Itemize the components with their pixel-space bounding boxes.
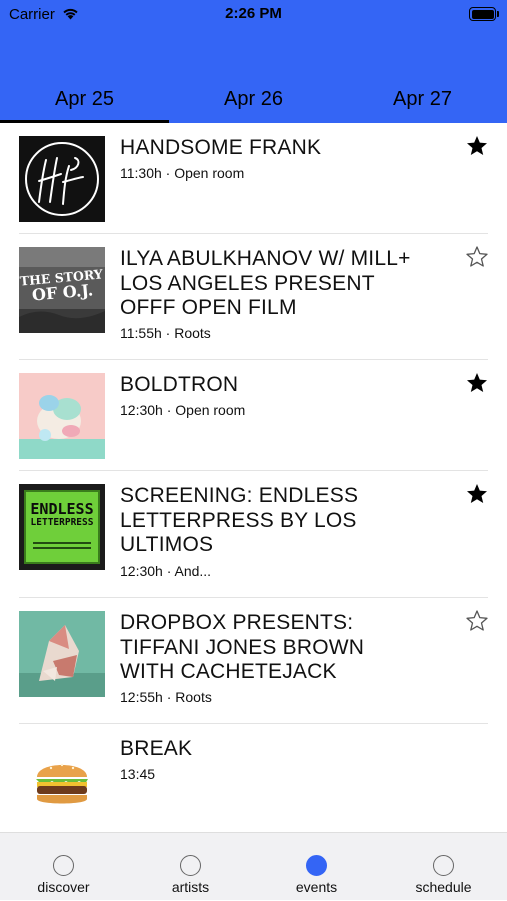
event-row-handsome-frank[interactable]: HANDSOME FRANK 11:30h · Open room: [0, 123, 507, 234]
event-row-break[interactable]: BREAK 13:45: [0, 724, 507, 832]
event-title: DROPBOX PRESENTS: TIFFANI JONES BROWN WI…: [120, 611, 365, 683]
event-title: HANDSOME FRANK: [120, 136, 322, 159]
battery-icon: [469, 7, 500, 21]
bottom-tab-bar: discover artists events schedule: [0, 832, 507, 900]
event-row-boldtron[interactable]: BOLDTRON 12:30h · Open room: [0, 360, 507, 471]
boldtron-image: [19, 373, 105, 459]
tab-apr-26[interactable]: Apr 26: [169, 82, 338, 123]
nav-artists[interactable]: artists: [127, 833, 254, 901]
nav-schedule[interactable]: schedule: [380, 833, 507, 901]
event-row-ilya-abulkhanov[interactable]: THE STORY OF O.J. ILYA ABULKHANOV W/ MIL…: [0, 234, 507, 360]
event-meta: 12:30h · And...: [120, 563, 212, 579]
nav-events[interactable]: events: [253, 833, 380, 901]
event-row-endless-letterpress[interactable]: ENDLESS LETTERPRESS SCREENING: ENDLESS L…: [0, 471, 507, 598]
tab-apr-27[interactable]: Apr 27: [338, 82, 507, 123]
nav-label: artists: [171, 879, 210, 895]
story-of-oj-image: THE STORY OF O.J.: [19, 247, 105, 333]
tab-apr-25[interactable]: Apr 25: [0, 82, 169, 123]
event-meta: 12:55h · Roots: [120, 689, 212, 705]
event-list: HANDSOME FRANK 11:30h · Open room THE ST…: [0, 123, 507, 832]
nav-discover[interactable]: discover: [0, 833, 127, 901]
event-meta: 11:30h · Open room: [120, 165, 245, 181]
thumb-text-line-1: ENDLESS: [30, 500, 94, 518]
event-title: SCREENING: ENDLESS LETTERPRESS BY LOS UL…: [120, 484, 359, 556]
star-outline-icon[interactable]: [465, 245, 489, 269]
event-meta: 13:45: [120, 766, 156, 782]
event-title: BOLDTRON: [120, 373, 239, 396]
artists-icon: [180, 855, 201, 876]
star-filled-icon[interactable]: [465, 134, 489, 158]
nav-label: events: [295, 879, 338, 895]
event-row-dropbox-presents[interactable]: DROPBOX PRESENTS: TIFFANI JONES BROWN WI…: [0, 598, 507, 724]
schedule-icon: [433, 855, 454, 876]
thumb-text-line-2: LETTERPRESS: [30, 517, 94, 528]
date-tabs: Apr 25 Apr 26 Apr 27: [0, 82, 507, 123]
nav-label: discover: [37, 879, 90, 895]
star-outline-icon[interactable]: [465, 609, 489, 633]
burger-emoji: [19, 737, 105, 823]
endless-letterpress-poster: ENDLESS LETTERPRESS: [19, 484, 105, 570]
paper-sculpture-image: [19, 611, 105, 697]
nav-label: schedule: [415, 879, 472, 895]
status-bar: Carrier 2:26 PM: [0, 0, 507, 30]
event-title: ILYA ABULKHANOV W/ MILL+ LOS ANGELES PRE…: [120, 247, 411, 319]
discover-icon: [53, 855, 74, 876]
star-filled-icon[interactable]: [465, 371, 489, 395]
event-meta: 11:55h · Roots: [120, 325, 211, 341]
event-meta: 12:30h · Open room: [120, 402, 246, 418]
status-time: 2:26 PM: [225, 5, 282, 22]
star-filled-icon[interactable]: [465, 482, 489, 506]
handsome-frank-logo: [19, 136, 105, 222]
event-title: BREAK: [120, 737, 193, 760]
events-icon: [306, 855, 327, 876]
app-header: Carrier 2:26 PM Apr 25 Apr 26 Apr 27: [0, 0, 507, 123]
